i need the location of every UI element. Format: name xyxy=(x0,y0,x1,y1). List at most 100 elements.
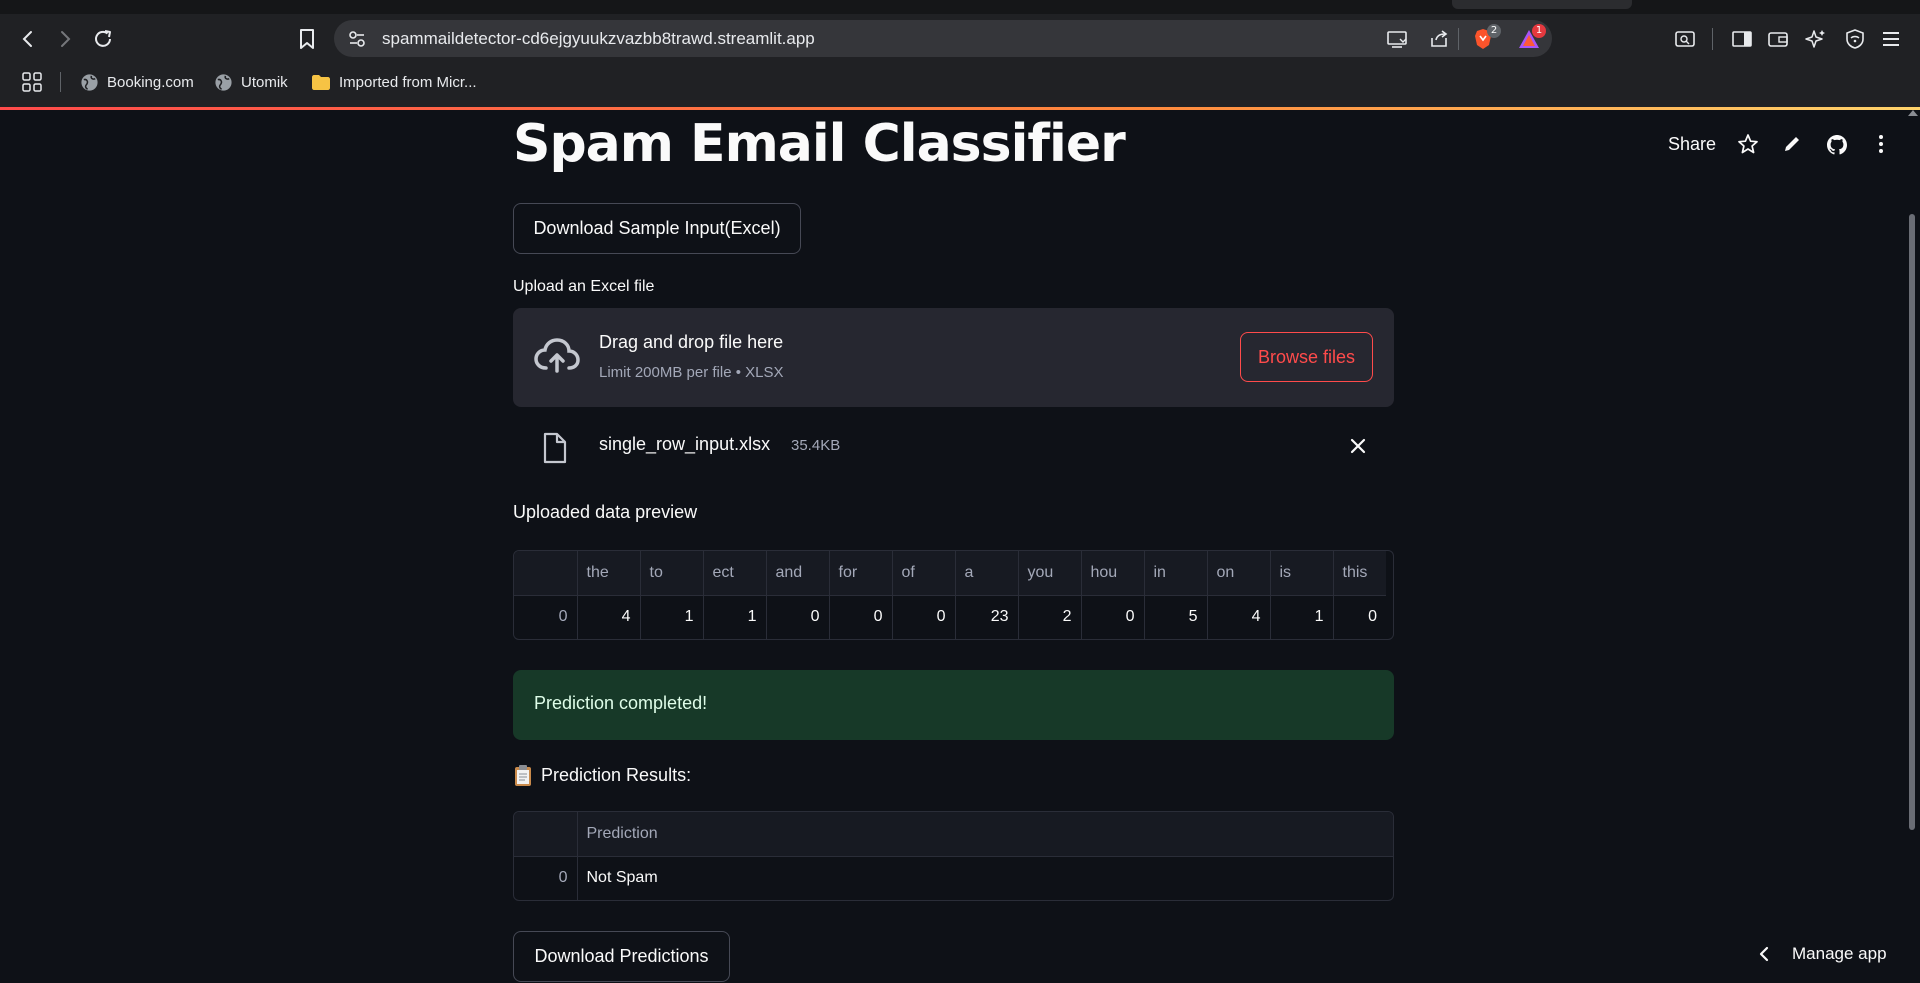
column-header-cell[interactable]: ect xyxy=(703,551,767,596)
column-header-cell[interactable]: the xyxy=(577,551,641,596)
data-cell[interactable]: 4 xyxy=(577,595,641,639)
page-scrollbar[interactable] xyxy=(1909,214,1915,830)
sidebar-toggle-button[interactable] xyxy=(1727,24,1757,54)
sparkle-icon xyxy=(1805,30,1825,48)
data-cell[interactable]: 0 xyxy=(829,595,893,639)
dropzone-title: Drag and drop file here xyxy=(599,332,784,352)
brave-shields-icon[interactable]: 2 xyxy=(1470,24,1501,52)
download-predictions-button[interactable]: Download Predictions xyxy=(513,931,730,982)
bookmark-utomik[interactable]: Utomik xyxy=(214,70,288,94)
data-cell[interactable]: 4 xyxy=(1207,595,1271,639)
bookmarks-divider xyxy=(60,72,61,92)
vpn-shield-icon xyxy=(1846,29,1864,49)
index-header-cell[interactable] xyxy=(514,551,578,596)
site-settings-icon[interactable] xyxy=(347,29,367,49)
table-header-row: the to ect and for of a you hou in on is this xyxy=(514,551,1386,596)
data-cell[interactable]: 0 xyxy=(1081,595,1145,639)
data-cell[interactable]: 0 xyxy=(892,595,956,639)
data-cell[interactable]: 2 xyxy=(1018,595,1082,639)
bookmark-booking[interactable]: Booking.com xyxy=(80,70,194,94)
column-header-cell[interactable]: this xyxy=(1333,551,1386,596)
github-icon[interactable] xyxy=(1824,132,1850,158)
column-header-cell[interactable]: hou xyxy=(1081,551,1145,596)
column-header-cell[interactable]: to xyxy=(640,551,704,596)
page-title: Spam Email Classifier xyxy=(513,114,1126,174)
uploaded-file-name: single_row_input.xlsx xyxy=(599,434,771,454)
forward-button[interactable] xyxy=(50,24,80,54)
column-header-cell[interactable]: in xyxy=(1144,551,1208,596)
reader-icon xyxy=(1675,31,1695,47)
share-page-icon[interactable] xyxy=(1428,29,1450,49)
scroll-up-arrow-icon[interactable] xyxy=(1908,110,1918,116)
reader-mode-button[interactable] xyxy=(1670,24,1700,54)
column-header-cell[interactable]: of xyxy=(892,551,956,596)
column-header-cell[interactable]: you xyxy=(1018,551,1082,596)
remove-file-icon[interactable] xyxy=(1349,437,1367,455)
column-header-cell[interactable]: and xyxy=(766,551,830,596)
globe-icon xyxy=(81,73,98,91)
leo-ai-button[interactable] xyxy=(1801,24,1831,54)
brave-rewards-icon[interactable]: 1 xyxy=(1516,24,1546,51)
preview-heading: Uploaded data preview xyxy=(513,502,698,522)
browser-menu-button[interactable] xyxy=(1876,24,1906,54)
globe-icon xyxy=(215,73,232,91)
upload-label: Upload an Excel file xyxy=(513,278,655,295)
rewards-count-badge: 1 xyxy=(1532,24,1546,38)
url-text[interactable]: spammaildetector-cd6ejgyuukzvazbb8trawd.… xyxy=(382,29,815,49)
apps-grid-icon[interactable] xyxy=(21,71,43,93)
data-cell[interactable]: Not Spam xyxy=(577,856,1393,900)
streamlit-top-decoration xyxy=(0,107,1920,110)
bookmark-label: Imported from Micr... xyxy=(339,73,477,91)
bookmark-icon xyxy=(300,29,314,49)
row-index-cell[interactable]: 0 xyxy=(514,595,578,639)
file-dropzone[interactable]: Drag and drop file here Limit 200MB per … xyxy=(513,308,1394,407)
bookmark-page-button[interactable] xyxy=(292,24,322,54)
data-cell[interactable]: 1 xyxy=(640,595,704,639)
column-header-cell[interactable]: is xyxy=(1270,551,1334,596)
sidebar-icon xyxy=(1732,31,1752,47)
address-bar[interactable]: spammaildetector-cd6ejgyuukzvazbb8trawd.… xyxy=(334,20,1552,57)
wallet-button[interactable] xyxy=(1763,24,1793,54)
results-heading: Prediction Results: xyxy=(513,763,691,787)
preview-dataframe[interactable]: the to ect and for of a you hou in on is this 041100… xyxy=(513,550,1394,640)
table-row[interactable]: 0 Not Spam xyxy=(514,856,1393,900)
data-cell[interactable]: 0 xyxy=(766,595,830,639)
bookmark-label: Utomik xyxy=(241,73,288,91)
data-cell[interactable]: 0 xyxy=(1333,595,1386,639)
data-cell[interactable]: 1 xyxy=(703,595,767,639)
cast-icon[interactable] xyxy=(1386,29,1408,49)
row-index-cell[interactable]: 0 xyxy=(514,856,578,900)
data-cell[interactable]: 5 xyxy=(1144,595,1208,639)
chevron-left-icon xyxy=(1758,946,1770,962)
active-tab[interactable] xyxy=(1452,0,1632,9)
results-dataframe[interactable]: Prediction 0 Not Spam xyxy=(513,811,1394,901)
column-header-cell[interactable]: for xyxy=(829,551,893,596)
column-header-cell[interactable]: Prediction xyxy=(577,812,1393,857)
wallet-icon xyxy=(1768,32,1788,47)
browse-files-button[interactable]: Browse files xyxy=(1240,332,1373,382)
uploaded-file-row: single_row_input.xlsx 35.4KB xyxy=(513,425,1394,467)
column-header-cell[interactable]: a xyxy=(955,551,1019,596)
share-button[interactable]: Share xyxy=(1668,134,1716,155)
clipboard-icon xyxy=(513,763,533,787)
data-cell[interactable]: 23 xyxy=(955,595,1019,639)
download-sample-button[interactable]: Download Sample Input(Excel) xyxy=(513,203,801,254)
manage-app-button[interactable]: Manage app xyxy=(1758,944,1887,964)
index-header-cell[interactable] xyxy=(514,812,578,857)
more-options-icon[interactable] xyxy=(1869,132,1893,156)
edit-pencil-icon[interactable] xyxy=(1780,132,1804,156)
data-cell[interactable]: 1 xyxy=(1270,595,1334,639)
tab-strip xyxy=(0,0,1920,14)
reload-button[interactable] xyxy=(88,24,118,54)
uploaded-file-size: 35.4KB xyxy=(791,437,841,454)
bookmark-folder-imported[interactable]: Imported from Micr... xyxy=(311,70,477,94)
column-header-cell[interactable]: on xyxy=(1207,551,1271,596)
favorite-star-icon[interactable] xyxy=(1736,132,1760,156)
back-arrow-icon xyxy=(22,31,32,47)
dropzone-limit: Limit 200MB per file • XLSX xyxy=(599,364,784,381)
bookmark-label: Booking.com xyxy=(107,73,194,91)
table-row[interactable]: 0 4 1 1 0 0 0 23 2 0 5 4 1 0 xyxy=(514,595,1386,639)
back-button[interactable] xyxy=(13,24,43,54)
hamburger-menu-icon xyxy=(1883,32,1899,46)
vpn-button[interactable] xyxy=(1840,24,1870,54)
